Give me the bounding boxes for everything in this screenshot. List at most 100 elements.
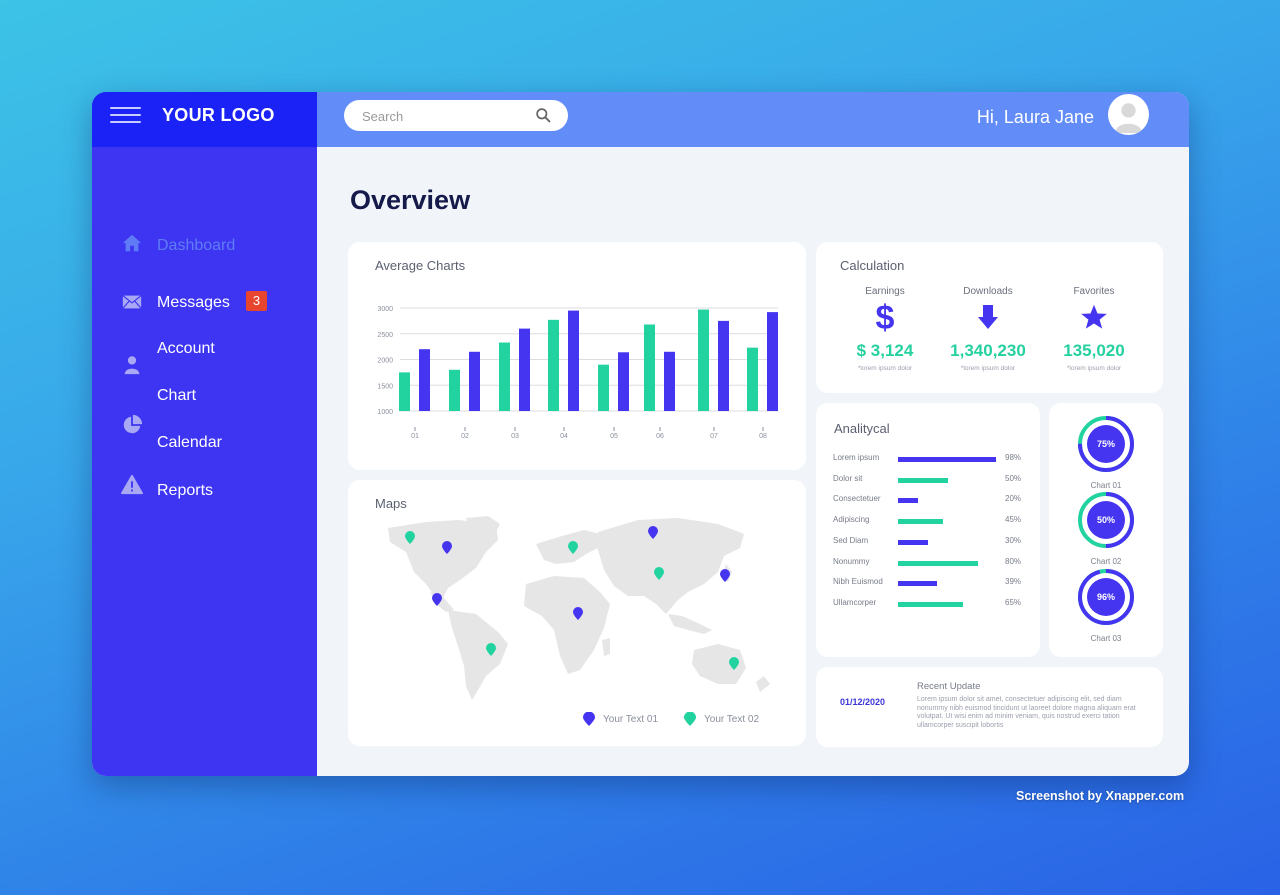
africa <box>524 576 610 674</box>
legend-item: Your Text 02 <box>684 712 759 726</box>
analytical-bar <box>898 498 918 504</box>
bar-05-1 <box>618 352 629 411</box>
bar-01-0 <box>399 372 410 411</box>
analytical-percent: 80% <box>1005 556 1022 566</box>
analytical-bar <box>898 581 937 587</box>
sidebar-item-calendar[interactable]: Calendar <box>92 430 317 460</box>
bar-03-1 <box>519 328 530 411</box>
bar-02-1 <box>469 351 480 411</box>
page-title: Overview <box>350 185 471 215</box>
analytical-row: Consectetuer 20% <box>833 494 1033 508</box>
donut-caption: Chart 01 <box>1090 481 1122 490</box>
avatar[interactable] <box>1108 94 1149 135</box>
y-tick-label: 3000 <box>377 306 393 313</box>
sidebar-item-chart[interactable]: Chart <box>92 383 317 434</box>
logo-bar: YOUR LOGO <box>92 92 317 147</box>
app-window: YOUR LOGO Dashboard Messages 3 Account C… <box>92 92 1189 776</box>
x-tick-label: 04 <box>560 433 568 440</box>
bar-08-0 <box>747 347 758 411</box>
card-title: Calculation <box>840 258 905 273</box>
stat-value: $ 3,124 <box>856 341 914 360</box>
sidebar-item-label: Reports <box>157 482 214 499</box>
south-america <box>448 610 508 700</box>
analytical-percent: 30% <box>1005 535 1022 545</box>
analytical-row: Ullamcorper 65% <box>833 598 1033 612</box>
hamburger-menu-icon[interactable] <box>110 107 141 124</box>
stat-note: *lorem ipsum dolor <box>1066 365 1122 372</box>
bar-02-0 <box>449 369 460 411</box>
analytical-percent: 50% <box>1005 473 1022 483</box>
warning-icon <box>121 474 143 495</box>
analytical-row: Sed Diam 30% <box>833 536 1033 550</box>
europe <box>536 530 600 564</box>
asia <box>598 518 744 614</box>
pin-icon <box>684 712 696 726</box>
donut-chart: 50% Chart 02 <box>1049 491 1163 566</box>
stat-note: *lorem ipsum dolor <box>960 365 1016 372</box>
y-tick-label: 1000 <box>377 409 393 416</box>
analytical-percent: 45% <box>1005 515 1022 525</box>
donut-percent: 75% <box>1097 439 1115 449</box>
analytical-bar <box>898 519 943 525</box>
analytical-card: Analitycal Lorem ipsum 98% Dolor sit 50% Con… <box>816 403 1040 657</box>
analytical-percent: 65% <box>1005 597 1022 607</box>
bar-04-1 <box>568 310 579 411</box>
x-tick-label: 03 <box>511 433 519 440</box>
search-input[interactable] <box>362 106 522 126</box>
user-greeting: Hi, Laura Jane <box>976 107 1094 127</box>
dollar-icon: $ <box>876 300 895 334</box>
sidebar-item-messages[interactable]: Messages 3 <box>92 289 317 319</box>
analytical-row: Dolor sit 50% <box>833 474 1033 488</box>
sidebar-item-label: Calendar <box>157 434 222 451</box>
analytical-row: Nonummy 80% <box>833 557 1033 571</box>
donut-charts-card: 75% Chart 01 50% Chart 02 96% Chart 03 <box>1049 403 1163 657</box>
stat-label: Favorites <box>1073 286 1115 297</box>
star-icon <box>1081 304 1107 329</box>
legend-label: Your Text 01 <box>603 713 659 725</box>
sidebar-item-account[interactable]: Account <box>92 336 317 375</box>
x-tick-label: 01 <box>411 433 419 440</box>
y-tick-label: 2500 <box>377 332 393 339</box>
bar-07-1 <box>718 320 729 411</box>
bar-03-0 <box>499 342 510 411</box>
bar-01-1 <box>419 349 430 411</box>
favorites-stat: Favorites 135,020 *lorem ipsum dolor <box>1044 286 1144 372</box>
maps-card: Maps Your Text 01 Your Text 02 <box>348 480 806 746</box>
analytical-bar <box>898 601 963 607</box>
analytical-label: Nonummy <box>833 556 870 566</box>
search-box[interactable] <box>344 100 568 131</box>
search-icon[interactable] <box>535 107 552 124</box>
x-tick-label: 06 <box>656 433 664 440</box>
analytical-bar <box>898 560 978 566</box>
southeast-asia <box>668 614 712 634</box>
x-tick-label: 02 <box>461 433 469 440</box>
svg-text:$: $ <box>876 300 895 334</box>
pin-icon <box>583 712 595 726</box>
madagascar <box>602 638 610 656</box>
world-map[interactable] <box>348 480 806 746</box>
new-zealand <box>756 676 770 692</box>
sidebar-item-label: Messages <box>157 294 230 311</box>
analytical-label: Lorem ipsum <box>833 453 880 462</box>
analytical-label: Nibh Euismod <box>833 577 883 587</box>
bar-07-0 <box>698 309 709 411</box>
x-tick-label: 05 <box>610 433 618 440</box>
donut-caption: Chart 02 <box>1090 557 1122 566</box>
stat-note: *lorem ipsum dolor <box>857 365 913 372</box>
mail-icon <box>122 295 142 309</box>
bar-05-0 <box>598 364 609 411</box>
main-content: Overview Average Charts 1000 1500 2000 2500… <box>317 147 1189 776</box>
analytical-label: Ullamcorper <box>833 597 877 607</box>
bar-08-1 <box>767 312 778 411</box>
logo: YOUR LOGO <box>162 105 275 125</box>
downloads-stat: Downloads 1,340,230 *lorem ipsum dolor <box>938 286 1038 372</box>
sidebar-item-dashboard[interactable]: Dashboard <box>92 232 317 262</box>
analytical-bar <box>898 477 948 483</box>
user-icon <box>124 356 140 375</box>
donut-percent: 96% <box>1097 592 1115 602</box>
donut-chart: 96% Chart 03 <box>1049 568 1163 643</box>
sidebar-item-reports[interactable]: Reports <box>92 474 317 506</box>
message-count-badge: 3 <box>246 291 267 311</box>
donut-chart: 75% Chart 01 <box>1049 415 1163 490</box>
legend-label: Your Text 02 <box>704 713 760 725</box>
